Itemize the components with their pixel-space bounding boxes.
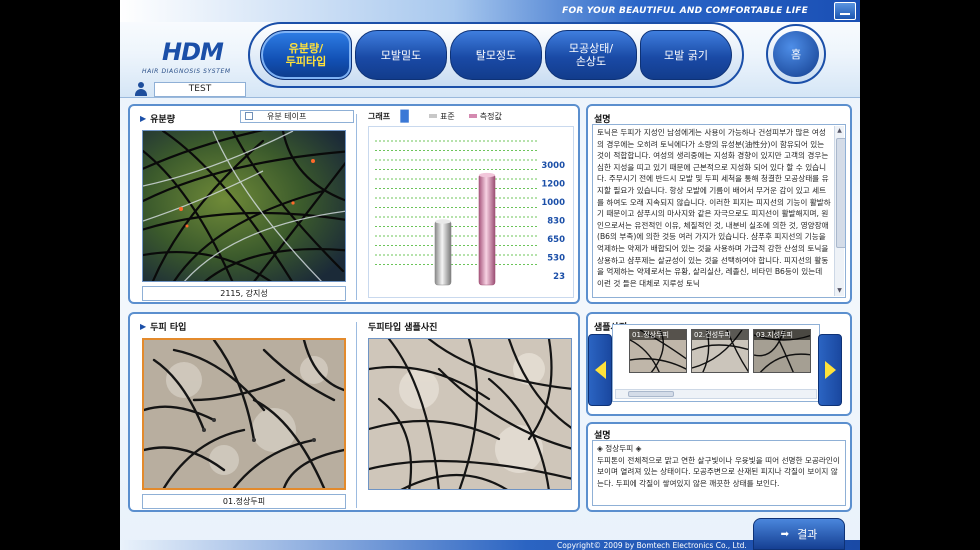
minimize-button[interactable] — [834, 2, 856, 20]
arrow-left-icon — [594, 361, 606, 379]
oil-tape-checkbox[interactable]: 유분 테이프 — [240, 110, 354, 123]
divider — [356, 114, 357, 300]
slogan-band: FOR YOUR BEAUTIFUL AND COMFORTABLE LIFE — [120, 0, 860, 22]
nav-label: 탈모정도 — [475, 48, 517, 62]
arrow-right-icon: ➡ — [780, 528, 790, 540]
sample-thumb-dry[interactable]: 02.건성두피 — [691, 329, 749, 373]
copyright: Copyright© 2009 by Bomtech Electronics C… — [557, 541, 747, 550]
minimize-icon — [840, 13, 850, 15]
footer-bar — [120, 540, 860, 550]
scalp-sample-image — [369, 339, 571, 489]
result-button[interactable]: ➡ 결과 — [753, 518, 845, 550]
scalp-title-text: 두피 타입 — [150, 323, 187, 333]
scroll-thumb[interactable] — [836, 138, 845, 248]
scroll-down-icon[interactable]: ▼ — [835, 286, 844, 296]
logo-subtitle: HAIR DIAGNOSIS SYSTEM — [142, 68, 231, 75]
chart-legend: 그래프 ▐▌ 표준 측정값 — [368, 108, 574, 124]
chart-bar-measured — [478, 173, 496, 286]
sample-next-button[interactable] — [818, 334, 842, 406]
arrow-right-icon — [824, 361, 836, 379]
thumb-label: 01.정상두피 — [630, 330, 686, 340]
home-button[interactable]: 홈 — [766, 24, 826, 84]
legend-swatch — [429, 113, 438, 118]
app-window: FOR YOUR BEAUTIFUL AND COMFORTABLE LIFE … — [120, 0, 860, 550]
y-tick-label: 1200 — [541, 180, 565, 190]
oil-description-box[interactable]: 토닉은 두피가 지성인 남성에게는 사용이 가능하나 건성피부가 많은 여성의 … — [592, 124, 846, 298]
oil-chart-svg: 3000 1200 1000 830 650 530 23 — [375, 140, 565, 286]
oil-photo — [142, 130, 346, 282]
nav-label: 모발밀도 — [380, 48, 422, 62]
thumb-scrollbar-handle[interactable] — [628, 391, 674, 397]
nav-label: 모발 굵기 — [664, 48, 708, 62]
result-label: 결과 — [797, 528, 818, 541]
oil-photo-caption: 2115, 강지성 — [142, 286, 346, 301]
scalp-panel: ▶ 두피 타입 01.정상두피 두피타입 샘플사진 — [128, 312, 580, 512]
scalp-photo-image — [144, 340, 344, 488]
legend-label: 표준 — [440, 111, 455, 121]
y-tick-label: 23 — [553, 272, 565, 282]
main-nav: 유분량/두피타입 모발밀도 탈모정도 모공상태/손상도 모발 굵기 — [248, 22, 744, 88]
scroll-up-icon[interactable]: ▲ — [835, 126, 844, 136]
nav-label: 모공상태/ — [568, 42, 614, 55]
sample-prev-button[interactable] — [588, 334, 612, 406]
thumb-scrollbar[interactable] — [615, 389, 817, 399]
sample-photos-panel: 샘플사진 01.정상두피 02.건성두피 03.지성두피 — [586, 312, 852, 416]
chart-title: 그래프 — [368, 111, 391, 121]
nav-hair-thickness[interactable]: 모발 굵기 — [640, 30, 732, 80]
scalp-title: ▶ 두피 타입 — [140, 320, 186, 333]
oil-description-panel: 설명 토닉은 두피가 지성인 남성에게는 사용이 가능하나 건성피부가 많은 여… — [586, 104, 852, 304]
scalp-description-box[interactable]: ◈ 정상두피 ◈ 두피톤이 전체적으로 맑고 연한 살구빛이나 우윳빛을 띠어 … — [592, 440, 846, 506]
oil-title: ▶ 유분량 — [140, 112, 175, 125]
nav-hair-loss[interactable]: 탈모정도 — [450, 30, 542, 80]
legend-swatch — [468, 113, 477, 118]
home-label: 홈 — [773, 31, 819, 77]
oil-photo-image — [143, 131, 345, 281]
nav-label: 두피타입 — [285, 55, 327, 68]
legend-standard: 표준 — [429, 111, 455, 122]
legend-measured: 측정값 — [468, 111, 502, 122]
y-tick-label: 650 — [547, 235, 565, 245]
oil-description-text: 토닉은 두피가 지성인 남성에게는 사용이 가능하나 건성피부가 많은 여성의 … — [597, 128, 831, 288]
divider — [356, 322, 357, 508]
oil-title-text: 유분량 — [150, 115, 175, 125]
header: FOR YOUR BEAUTIFUL AND COMFORTABLE LIFE … — [120, 0, 860, 98]
scalp-description-text: 두피톤이 전체적으로 맑고 연한 살구빛이나 우윳빛을 띠어 선명한 모공라인이… — [597, 455, 840, 488]
nav-label: 유분량/ — [288, 42, 324, 55]
oil-chart: 3000 1200 1000 830 650 530 23 — [368, 126, 574, 298]
description-scrollbar[interactable]: ▲ ▼ — [834, 126, 845, 296]
y-tick-label: 530 — [547, 254, 565, 264]
user-icon — [134, 82, 148, 96]
nav-hair-density[interactable]: 모발밀도 — [355, 30, 447, 80]
legend-label: 측정값 — [479, 111, 502, 121]
chart-bar-cap — [479, 172, 495, 178]
arrow-right-icon: ▶ — [140, 322, 147, 331]
chart-bar-standard — [434, 220, 452, 286]
slogan: FOR YOUR BEAUTIFUL AND COMFORTABLE LIFE — [562, 6, 808, 16]
thumb-label: 02.건성두피 — [692, 330, 748, 340]
y-tick-label: 830 — [547, 217, 565, 227]
checkbox-icon — [245, 112, 253, 120]
scalp-photo-caption: 01.정상두피 — [142, 494, 346, 509]
chart-bar-cap — [435, 219, 451, 224]
scalp-sample-title: 두피타입 샘플사진 — [368, 323, 438, 333]
user-name-field: TEST — [154, 82, 246, 97]
oil-tape-label: 유분 테이프 — [267, 112, 307, 121]
scalp-photo — [142, 338, 346, 490]
scalp-description-heading: ◈ 정상두피 ◈ — [597, 444, 642, 453]
logo: HDM — [162, 38, 224, 66]
nav-oil-scalp-type[interactable]: 유분량/두피타입 — [260, 30, 352, 80]
sample-thumbnail-strip: 01.정상두피 02.건성두피 03.지성두피 — [612, 324, 820, 402]
oil-panel: ▶ 유분량 유분 테이프 2115, 강지성 그래프 ▐▌ 표준 측정값 300… — [128, 104, 580, 304]
sample-thumb-oily[interactable]: 03.지성두피 — [753, 329, 811, 373]
bar-chart-icon: ▐▌ — [396, 109, 414, 123]
scalp-sample-photo — [368, 338, 572, 490]
thumb-label: 03.지성두피 — [754, 330, 810, 340]
nav-pore-damage[interactable]: 모공상태/손상도 — [545, 30, 637, 80]
y-tick-label: 1000 — [541, 198, 565, 208]
nav-label: 손상도 — [575, 55, 607, 68]
scalp-description-panel: 설명 ◈ 정상두피 ◈ 두피톤이 전체적으로 맑고 연한 살구빛이나 우윳빛을 … — [586, 422, 852, 512]
arrow-right-icon: ▶ — [140, 114, 147, 123]
y-tick-label: 3000 — [541, 161, 565, 171]
sample-thumb-normal[interactable]: 01.정상두피 — [629, 329, 687, 373]
